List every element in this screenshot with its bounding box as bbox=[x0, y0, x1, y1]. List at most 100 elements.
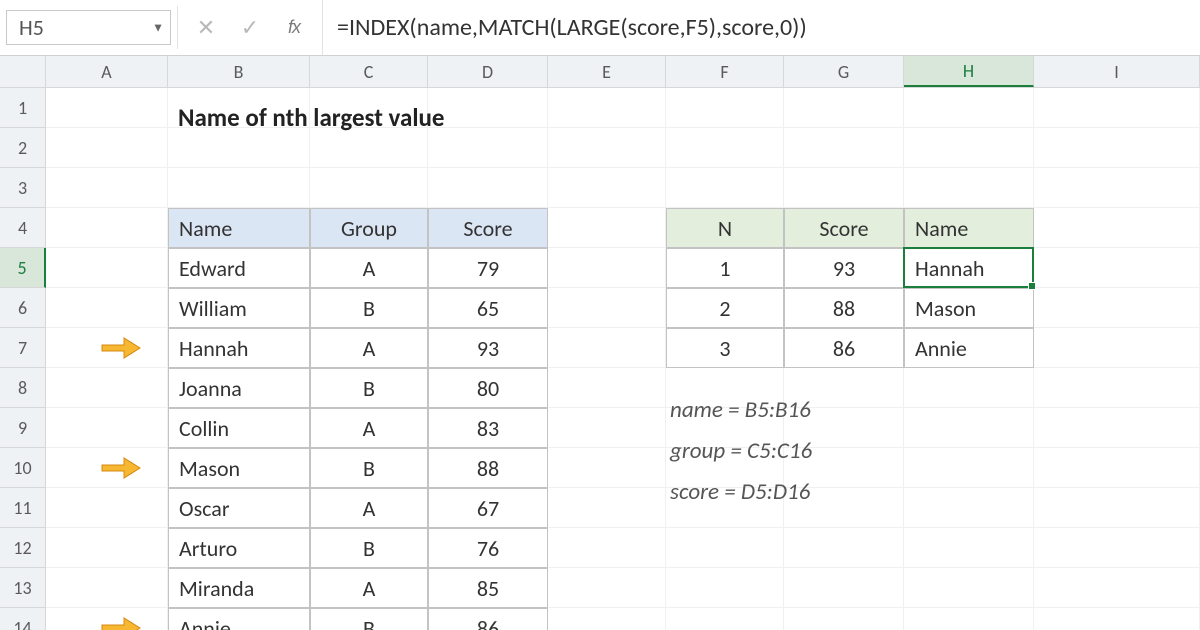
cell[interactable] bbox=[46, 448, 168, 488]
table1-score[interactable]: 88 bbox=[428, 448, 548, 488]
table1-group[interactable]: A bbox=[310, 328, 428, 368]
cell[interactable] bbox=[904, 128, 1034, 168]
col-header-f[interactable]: F bbox=[666, 56, 784, 87]
table2-name[interactable]: Mason bbox=[904, 288, 1034, 328]
cell[interactable] bbox=[548, 608, 666, 630]
table1-name[interactable]: Miranda bbox=[168, 568, 310, 608]
cancel-icon[interactable]: ✕ bbox=[196, 14, 216, 41]
cell[interactable] bbox=[666, 568, 784, 608]
table1-score[interactable]: 76 bbox=[428, 528, 548, 568]
table1-score[interactable]: 86 bbox=[428, 608, 548, 630]
table2-name[interactable]: Annie bbox=[904, 328, 1034, 368]
col-header-h[interactable]: H bbox=[904, 56, 1034, 87]
table1-name[interactable]: Annie bbox=[168, 608, 310, 630]
col-header-a[interactable]: A bbox=[46, 56, 168, 87]
cell[interactable] bbox=[46, 88, 168, 128]
cell[interactable] bbox=[46, 328, 168, 368]
cell[interactable] bbox=[904, 88, 1034, 128]
cell[interactable] bbox=[666, 528, 784, 568]
cell[interactable] bbox=[904, 528, 1034, 568]
cell[interactable] bbox=[666, 608, 784, 630]
fx-icon[interactable]: fx bbox=[284, 17, 304, 38]
cell[interactable] bbox=[1034, 168, 1200, 208]
cell[interactable] bbox=[548, 528, 666, 568]
cell[interactable] bbox=[548, 168, 666, 208]
cell[interactable] bbox=[46, 168, 168, 208]
table1-group[interactable]: B bbox=[310, 528, 428, 568]
table1-name[interactable]: Joanna bbox=[168, 368, 310, 408]
cell[interactable] bbox=[1034, 88, 1200, 128]
cell[interactable] bbox=[46, 408, 168, 448]
cell[interactable] bbox=[428, 88, 548, 128]
cell[interactable] bbox=[428, 168, 548, 208]
cell[interactable] bbox=[784, 568, 904, 608]
row-header-9[interactable]: 9 bbox=[0, 408, 46, 448]
cell[interactable] bbox=[310, 128, 428, 168]
table1-group[interactable]: A bbox=[310, 488, 428, 528]
row-header-6[interactable]: 6 bbox=[0, 288, 46, 328]
select-all-corner[interactable] bbox=[0, 56, 46, 87]
cell[interactable] bbox=[1034, 528, 1200, 568]
cell[interactable] bbox=[428, 128, 548, 168]
cell[interactable] bbox=[784, 88, 904, 128]
table2-score[interactable]: 88 bbox=[784, 288, 904, 328]
cell[interactable] bbox=[46, 208, 168, 248]
table2-n[interactable]: 1 bbox=[666, 248, 784, 288]
cell[interactable] bbox=[548, 488, 666, 528]
table1-group[interactable]: B bbox=[310, 448, 428, 488]
cell[interactable] bbox=[548, 208, 666, 248]
row-header-7[interactable]: 7 bbox=[0, 328, 46, 368]
table2-name[interactable]: Hannah bbox=[904, 248, 1034, 288]
table2-header-name[interactable]: Name bbox=[904, 208, 1034, 248]
cell[interactable] bbox=[548, 408, 666, 448]
col-header-i[interactable]: I bbox=[1034, 56, 1200, 87]
col-header-d[interactable]: D bbox=[428, 56, 548, 87]
cell[interactable] bbox=[548, 568, 666, 608]
cell[interactable] bbox=[904, 568, 1034, 608]
table1-group[interactable]: A bbox=[310, 248, 428, 288]
dropdown-icon[interactable]: ▼ bbox=[152, 20, 164, 35]
row-header-10[interactable]: 10 bbox=[0, 448, 46, 488]
cell[interactable] bbox=[548, 328, 666, 368]
cell[interactable] bbox=[46, 128, 168, 168]
row-header-3[interactable]: 3 bbox=[0, 168, 46, 208]
cell[interactable] bbox=[904, 488, 1034, 528]
table1-group[interactable]: B bbox=[310, 608, 428, 630]
table2-header-score[interactable]: Score bbox=[784, 208, 904, 248]
cell[interactable] bbox=[46, 368, 168, 408]
table1-name[interactable]: Collin bbox=[168, 408, 310, 448]
table2-header-n[interactable]: N bbox=[666, 208, 784, 248]
col-header-b[interactable]: B bbox=[168, 56, 310, 87]
cell[interactable] bbox=[904, 608, 1034, 630]
cell[interactable] bbox=[1034, 288, 1200, 328]
cell[interactable] bbox=[310, 168, 428, 208]
cell[interactable] bbox=[46, 528, 168, 568]
name-box[interactable]: H5 ▼ bbox=[6, 10, 171, 45]
table2-n[interactable]: 3 bbox=[666, 328, 784, 368]
table1-score[interactable]: 85 bbox=[428, 568, 548, 608]
table2-score[interactable]: 93 bbox=[784, 248, 904, 288]
cell[interactable] bbox=[1034, 568, 1200, 608]
col-header-e[interactable]: E bbox=[548, 56, 666, 87]
cell[interactable] bbox=[904, 408, 1034, 448]
table1-group[interactable]: A bbox=[310, 408, 428, 448]
table1-score[interactable]: 80 bbox=[428, 368, 548, 408]
cell[interactable] bbox=[1034, 328, 1200, 368]
cell[interactable] bbox=[1034, 488, 1200, 528]
table1-group[interactable]: B bbox=[310, 288, 428, 328]
row-header-14[interactable]: 14 bbox=[0, 608, 46, 630]
row-header-1[interactable]: 1 bbox=[0, 88, 46, 128]
table2-score[interactable]: 86 bbox=[784, 328, 904, 368]
table1-score[interactable]: 67 bbox=[428, 488, 548, 528]
confirm-icon[interactable]: ✓ bbox=[240, 14, 260, 41]
row-header-4[interactable]: 4 bbox=[0, 208, 46, 248]
table1-name[interactable]: Arturo bbox=[168, 528, 310, 568]
cell[interactable] bbox=[46, 488, 168, 528]
cell[interactable] bbox=[1034, 608, 1200, 630]
table2-n[interactable]: 2 bbox=[666, 288, 784, 328]
cell[interactable] bbox=[46, 248, 168, 288]
table1-score[interactable]: 83 bbox=[428, 408, 548, 448]
cell[interactable] bbox=[548, 448, 666, 488]
cell[interactable] bbox=[548, 368, 666, 408]
col-header-g[interactable]: G bbox=[784, 56, 904, 87]
